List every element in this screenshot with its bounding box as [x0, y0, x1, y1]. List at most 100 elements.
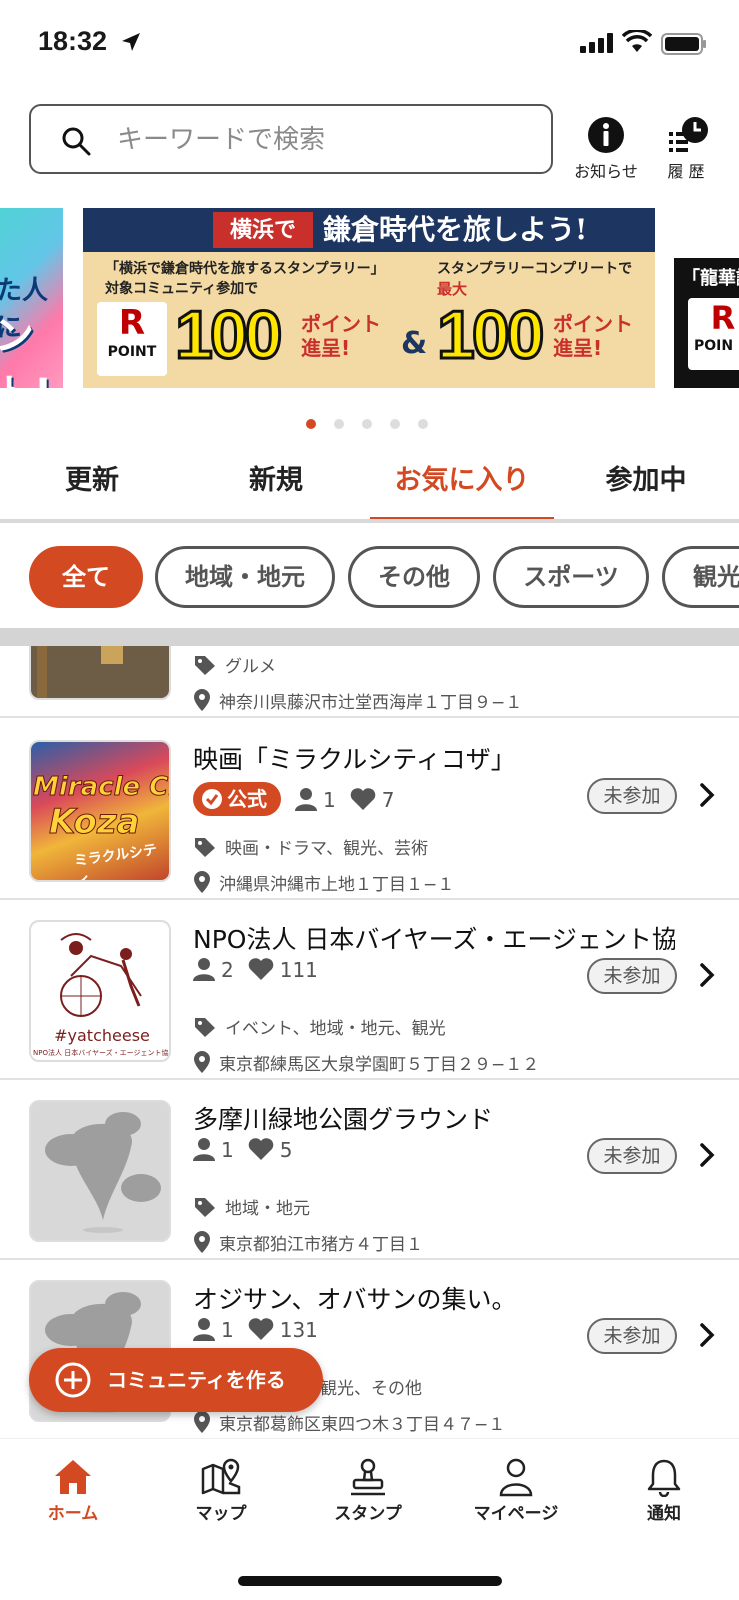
community-name: 多摩川緑地公園グラウンド [193, 1105, 494, 1134]
community-address: 沖縄県沖縄市上地１丁目１−１ [193, 870, 454, 895]
community-stats: 公式 1 7 [193, 782, 408, 818]
community-address: 東京都練馬区大泉学園町５丁目２９−１２ [193, 1050, 539, 1075]
banner-prev[interactable]: た人に ント! [0, 208, 63, 388]
nav-home-label: ホーム [47, 1504, 99, 1524]
nav-notifications[interactable]: 通知 [604, 1457, 724, 1524]
person-icon [193, 1138, 215, 1161]
join-status-badge[interactable]: 未参加 [587, 958, 677, 994]
battery-icon [661, 33, 706, 55]
news-button[interactable]: お知らせ [566, 114, 646, 184]
community-thumbnail: #yatcheese NPO法人 日本バイヤーズ・エージェント協会 [29, 920, 171, 1062]
heart-icon [248, 958, 274, 980]
official-badge: 公式 [193, 782, 281, 816]
info-icon [588, 117, 624, 153]
history-button[interactable]: 履 歴 [646, 114, 726, 184]
chevron-right-icon[interactable] [699, 1142, 715, 1168]
search-box[interactable] [29, 104, 553, 174]
banner-amount-right: 100 [435, 296, 545, 375]
home-icon [55, 1460, 91, 1494]
tag-icon [195, 656, 215, 675]
member-count: 1 [193, 1137, 234, 1162]
search-icon [62, 127, 91, 156]
community-stats: 2 111 [193, 956, 332, 992]
carousel-dot-active[interactable] [306, 419, 316, 429]
location-arrow-icon [122, 33, 140, 51]
filter-divider [0, 628, 739, 646]
banner-next[interactable]: 「龍華議 R POIN [674, 258, 739, 388]
like-count: 131 [248, 1317, 318, 1342]
banner-points-left: ポイント 進呈! [301, 312, 381, 360]
carousel-dot[interactable] [390, 419, 400, 429]
carousel-dot[interactable] [418, 419, 428, 429]
community-name: 映画「ミラクルシティコザ」 [193, 745, 516, 774]
member-count: 1 [295, 787, 336, 812]
plus-circle-icon [55, 1362, 91, 1398]
location-pin-icon [194, 871, 210, 893]
community-card[interactable]: 多摩川緑地公園グラウンド 15 未参加 地域・地元 東京都狛江市猪方４丁目１ [0, 1080, 739, 1260]
person-outline-icon [499, 1458, 533, 1497]
join-status-badge[interactable]: 未参加 [587, 1318, 677, 1354]
community-card[interactable]: グルメ 神奈川県藤沢市辻堂西海岸１丁目９−１ [0, 646, 739, 718]
create-community-button[interactable]: コミュニティを作る [29, 1348, 323, 1412]
heart-icon [350, 787, 376, 810]
nav-notifications-label: 通知 [647, 1504, 681, 1524]
community-tags: 地域・地元 [193, 1194, 310, 1219]
home-indicator[interactable] [238, 1576, 502, 1586]
tag-icon [195, 1018, 215, 1037]
join-status-badge[interactable]: 未参加 [587, 1138, 677, 1174]
tab-favorites[interactable]: お気に入り [370, 440, 554, 522]
carousel-dot[interactable] [362, 419, 372, 429]
community-card[interactable]: #yatcheese NPO法人 日本バイヤーズ・エージェント協会 NPO法人 … [0, 900, 739, 1080]
carousel-dots [306, 414, 446, 429]
like-count: 111 [248, 957, 318, 982]
tab-joined[interactable]: 参加中 [554, 440, 738, 522]
community-thumbnail: Miracle City Koza ミラクルシティ [29, 740, 171, 882]
person-icon [295, 787, 317, 811]
nav-stamp-label: スタンプ [334, 1504, 402, 1524]
banner-title-prefix: 横浜で [213, 212, 313, 248]
cellular-signal-icon [580, 33, 613, 53]
nav-mypage[interactable]: マイページ [456, 1457, 576, 1524]
news-label: お知らせ [574, 162, 638, 181]
rakuten-point-logo: R POINT [97, 302, 167, 376]
location-pin-icon [194, 1231, 210, 1253]
banner-next-title: 「龍華議 [682, 268, 739, 289]
carousel-dot[interactable] [334, 419, 344, 429]
community-tags: 観光、その他 [320, 1379, 422, 1399]
community-tags: グルメ [193, 652, 276, 677]
nav-mypage-label: マイページ [473, 1504, 559, 1524]
community-card[interactable]: Miracle City Koza ミラクルシティ 映画「ミラクルシティコザ」 … [0, 720, 739, 900]
join-status-badge[interactable]: 未参加 [587, 778, 677, 814]
tab-updated[interactable]: 更新 [0, 440, 184, 522]
chip-local[interactable]: 地域・地元 [155, 546, 335, 608]
banner-note-left-2: 対象コミュニティ参加で [105, 281, 259, 297]
community-name: オジサン、オバサンの集い。 [193, 1285, 517, 1314]
banner-amp: & [401, 326, 428, 361]
wifi-icon [622, 30, 652, 52]
member-count: 2 [193, 957, 234, 982]
chevron-right-icon[interactable] [699, 1322, 715, 1348]
banner-carousel[interactable]: た人に ント! 横浜で 鎌倉時代を旅しよう! 「横浜で鎌倉時代を旅するスタンプラ… [0, 208, 739, 390]
nav-map[interactable]: マップ [161, 1457, 281, 1524]
community-tags: 映画・ドラマ、観光、芸術 [193, 834, 428, 859]
location-pin-icon [194, 689, 210, 711]
chevron-right-icon[interactable] [699, 782, 715, 808]
location-pin-icon [194, 1051, 210, 1073]
rickshaw-illustration [60, 933, 142, 1017]
chip-tourism[interactable]: 観光 [662, 546, 739, 608]
like-count: 7 [350, 787, 394, 812]
heart-icon [248, 1138, 274, 1160]
tab-new[interactable]: 新規 [184, 440, 368, 522]
community-tags: イベント、地域・地元、観光 [193, 1014, 446, 1039]
chip-other[interactable]: その他 [348, 546, 480, 608]
banner-stamp-rally[interactable]: 横浜で 鎌倉時代を旅しよう! 「横浜で鎌倉時代を旅するスタンプラリー」 対象コミ… [83, 208, 655, 388]
nav-stamp[interactable]: スタンプ [308, 1457, 428, 1524]
community-list: グルメ 神奈川県藤沢市辻堂西海岸１丁目９−１ Miracle City Koza… [0, 646, 739, 1440]
nav-map-label: マップ [195, 1504, 247, 1524]
chip-all[interactable]: 全て [29, 546, 143, 608]
search-input[interactable] [117, 118, 537, 162]
banner-note-left-1: 「横浜で鎌倉時代を旅するスタンプラリー」 [105, 261, 385, 277]
nav-home[interactable]: ホーム [13, 1457, 133, 1524]
chevron-right-icon[interactable] [699, 962, 715, 988]
chip-sports[interactable]: スポーツ [493, 546, 649, 608]
